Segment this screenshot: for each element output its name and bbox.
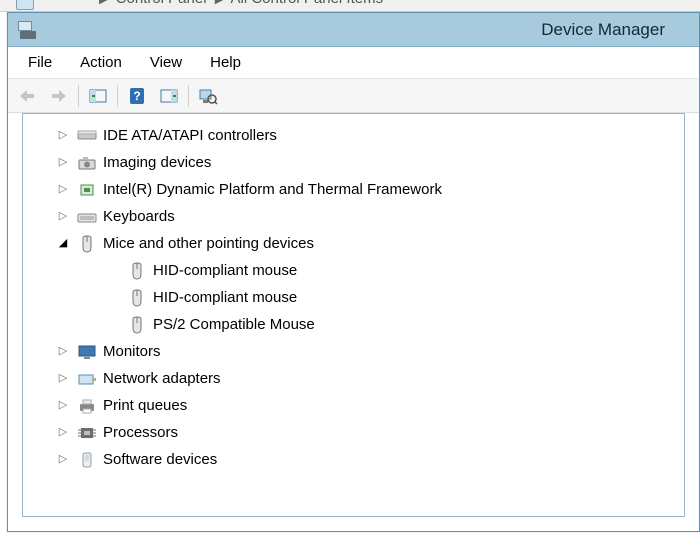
tree-node-processors[interactable]: ▷ Processors: [27, 419, 680, 446]
expander-collapsed-icon[interactable]: ▷: [55, 450, 71, 470]
tree-node-imaging[interactable]: ▷ Imaging devices: [27, 149, 680, 176]
forward-button[interactable]: [46, 83, 72, 109]
toolbar-separator: [117, 85, 118, 107]
tree-label: Intel(R) Dynamic Platform and Thermal Fr…: [103, 176, 442, 203]
back-button[interactable]: [14, 83, 40, 109]
help-icon: ?: [127, 87, 147, 105]
tree-label: HID-compliant mouse: [153, 284, 297, 311]
keyboard-icon: [77, 208, 97, 226]
expander-collapsed-icon[interactable]: ▷: [55, 180, 71, 200]
mouse-icon: [127, 289, 147, 307]
window-title: Device Manager: [541, 20, 665, 40]
explorer-breadcrumb-strip: ▶ Control Panel ▶ All Control Panel Item…: [0, 0, 700, 12]
tree-label: Network adapters: [103, 365, 221, 392]
control-panel-icon: [16, 0, 34, 10]
svg-text:?: ?: [133, 89, 140, 103]
expander-collapsed-icon[interactable]: ▷: [55, 153, 71, 173]
tree-label: Print queues: [103, 392, 187, 419]
ide-controller-icon: [77, 127, 97, 145]
tree-label: Keyboards: [103, 203, 175, 230]
expander-collapsed-icon[interactable]: ▷: [55, 396, 71, 416]
device-manager-icon: [18, 21, 38, 39]
tree-node-intel-dptf[interactable]: ▷ Intel(R) Dynamic Platform and Thermal …: [27, 176, 680, 203]
breadcrumb-item[interactable]: Control Panel: [116, 0, 207, 7]
menu-action[interactable]: Action: [66, 50, 136, 75]
monitor-icon: [77, 343, 97, 361]
breadcrumb-item[interactable]: All Control Panel Items: [231, 0, 384, 7]
mouse-icon: [127, 316, 147, 334]
expander-expanded-icon[interactable]: ◢: [55, 234, 71, 254]
titlebar: Device Manager: [8, 13, 699, 47]
device-tree-panel: ▷ IDE ATA/ATAPI controllers ▷ Imaging de…: [22, 113, 685, 517]
tree-node-software-devices[interactable]: ▷ Software devices: [27, 446, 680, 473]
tree-node-monitors[interactable]: ▷ Monitors: [27, 338, 680, 365]
tree-node-mouse-device[interactable]: HID-compliant mouse: [27, 284, 680, 311]
device-manager-window: Device Manager File Action View Help: [7, 12, 700, 532]
menu-file[interactable]: File: [14, 50, 66, 75]
toolbar-separator: [78, 85, 79, 107]
show-hide-console-button[interactable]: [85, 83, 111, 109]
tree-node-mouse-device[interactable]: HID-compliant mouse: [27, 257, 680, 284]
tree-node-network[interactable]: ▷ Network adapters: [27, 365, 680, 392]
breadcrumb: ▶ Control Panel ▶ All Control Panel Item…: [95, 0, 383, 7]
chevron-right-icon: ▶: [99, 0, 107, 6]
printer-icon: [77, 397, 97, 415]
menu-help[interactable]: Help: [196, 50, 255, 75]
tree-node-print-queues[interactable]: ▷ Print queues: [27, 392, 680, 419]
console-tree-icon: [88, 88, 108, 104]
mouse-icon: [77, 235, 97, 253]
arrow-right-icon: [49, 88, 69, 104]
tree-label: Imaging devices: [103, 149, 211, 176]
tree-label: Mice and other pointing devices: [103, 230, 314, 257]
toolbar-separator: [188, 85, 189, 107]
chevron-right-icon: ▶: [215, 0, 223, 6]
tree-node-keyboards[interactable]: ▷ Keyboards: [27, 203, 680, 230]
network-adapter-icon: [77, 370, 97, 388]
properties-button[interactable]: [156, 83, 182, 109]
expander-collapsed-icon[interactable]: ▷: [55, 369, 71, 389]
tree-label: IDE ATA/ATAPI controllers: [103, 122, 277, 149]
tree-node-mouse-device[interactable]: PS/2 Compatible Mouse: [27, 311, 680, 338]
toolbar: ?: [8, 79, 699, 113]
tree-label: HID-compliant mouse: [153, 257, 297, 284]
tree-label: PS/2 Compatible Mouse: [153, 311, 315, 338]
tree-node-ide[interactable]: ▷ IDE ATA/ATAPI controllers: [27, 122, 680, 149]
cpu-icon: [77, 424, 97, 442]
properties-pane-icon: [159, 88, 179, 104]
arrow-left-icon: [17, 88, 37, 104]
mouse-icon: [127, 262, 147, 280]
device-tree[interactable]: ▷ IDE ATA/ATAPI controllers ▷ Imaging de…: [23, 114, 684, 481]
camera-icon: [77, 154, 97, 172]
tree-label: Software devices: [103, 446, 217, 473]
software-device-icon: [77, 451, 97, 469]
tree-label: Processors: [103, 419, 178, 446]
scan-hardware-button[interactable]: [195, 83, 221, 109]
chip-icon: [77, 181, 97, 199]
expander-collapsed-icon[interactable]: ▷: [55, 207, 71, 227]
scan-hardware-icon: [198, 87, 218, 105]
expander-collapsed-icon[interactable]: ▷: [55, 423, 71, 443]
expander-collapsed-icon[interactable]: ▷: [55, 126, 71, 146]
expander-collapsed-icon[interactable]: ▷: [55, 342, 71, 362]
help-button[interactable]: ?: [124, 83, 150, 109]
menubar: File Action View Help: [8, 47, 699, 79]
tree-node-mice[interactable]: ◢ Mice and other pointing devices: [27, 230, 680, 257]
tree-label: Monitors: [103, 338, 161, 365]
menu-view[interactable]: View: [136, 50, 196, 75]
